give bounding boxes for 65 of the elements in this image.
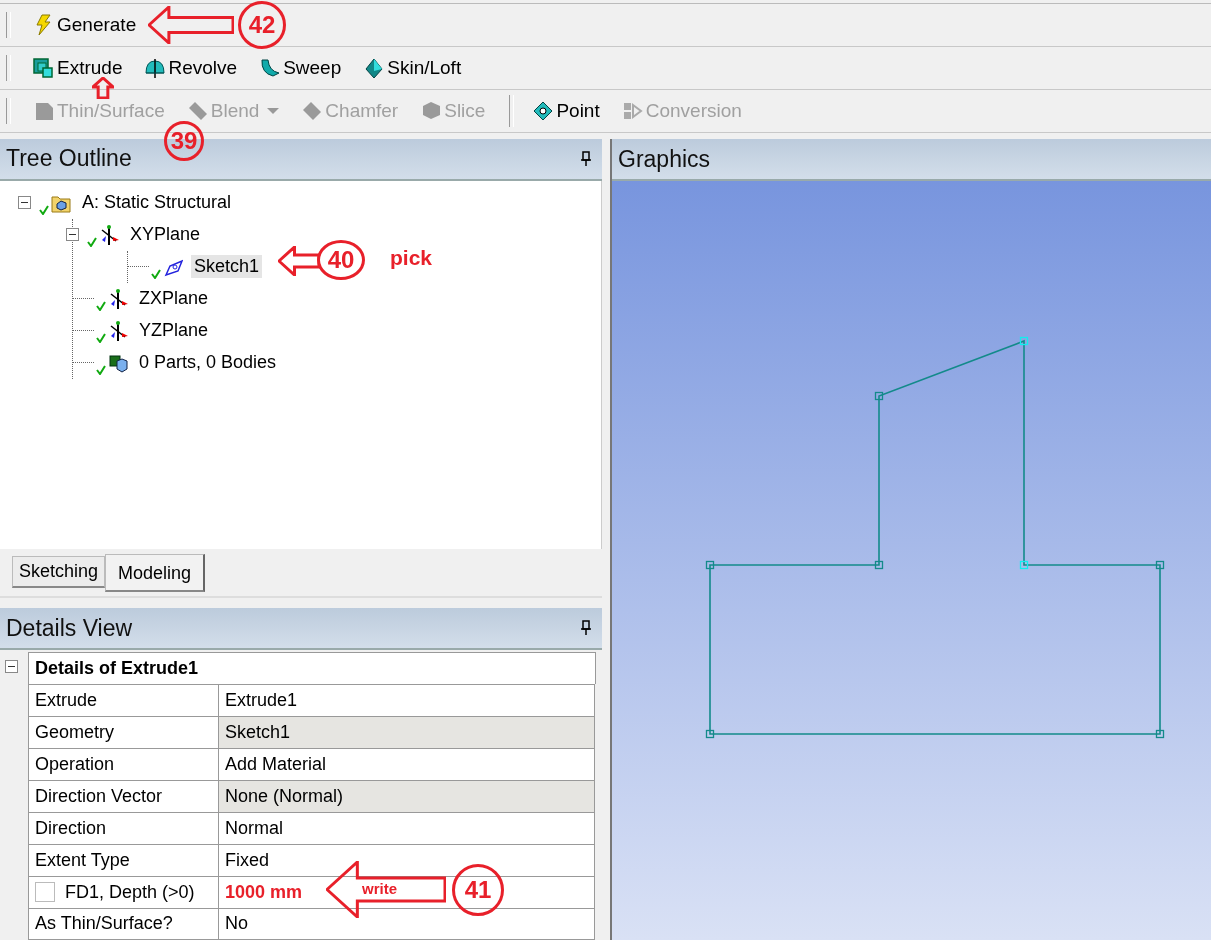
boxes-icon [33,57,55,79]
annotation-note: pick [390,246,433,270]
step-number: 40 [317,240,365,280]
table-cell[interactable]: Normal [218,812,595,844]
collapse-icon[interactable] [4,660,18,673]
panel-title: Tree Outline [6,145,132,173]
dome-icon [144,57,167,79]
arrow-annotation [278,246,320,276]
toolbar-button[interactable]: Point [528,98,604,124]
table-cell[interactable]: Add Material [218,748,595,780]
tab[interactable]: Sketching [12,556,106,589]
table-cell: Extrude [28,684,218,716]
check-icon [96,300,106,311]
tab[interactable]: Modeling [105,554,206,593]
diamond-icon [301,100,324,122]
toolbar-button[interactable]: Revolve [140,55,242,81]
table-cell[interactable]: None (Normal) [218,780,595,812]
tree-item[interactable]: YZPlane [136,319,212,343]
toolbar-button[interactable]: Generate [29,12,141,38]
pin-icon [580,620,592,637]
table-cell: Direction [28,812,218,844]
hexagon-icon [420,100,443,122]
collapse-icon[interactable] [18,196,31,210]
table-cell: Direction Vector [28,780,218,812]
tree-item[interactable]: XYPlane [127,223,204,247]
panel-title: Details View [6,614,133,642]
table-cell: Extent Type [28,844,218,876]
toolbar-button[interactable]: Extrude [29,55,127,81]
check-icon [39,204,49,215]
table-cell[interactable]: Extrude1 [218,684,595,716]
table-cell[interactable]: Fixed [218,844,595,876]
check-icon [96,364,106,375]
check-icon [96,332,106,343]
check-icon [151,268,161,279]
axes-icon [99,224,119,245]
axes-icon [108,288,128,309]
panel-title: Graphics [618,145,711,173]
arrow-annotation [92,77,114,99]
cell-text: FD1, Depth (>0) [65,882,195,903]
axes-icon [108,320,128,341]
step-number: 41 [452,864,504,916]
tree-item[interactable]: A: Static Structural [79,191,235,215]
check-icon [87,236,97,247]
step-number: 39 [164,121,204,161]
collapse-icon[interactable] [66,228,79,242]
table-cell[interactable]: Sketch1 [218,716,595,748]
table-cell[interactable]: No [218,908,595,940]
arrows-icon [621,100,644,122]
section-title: Details of Extrude1 [28,652,596,684]
toolbar-button[interactable]: Skin/Loft [359,55,466,81]
caret-icon [267,107,280,115]
step-number: 42 [238,1,286,49]
tree-item[interactable]: Sketch1 [191,255,263,279]
table-cell: Operation [28,748,218,780]
diamond-icon [532,100,555,122]
pin-icon [580,150,592,167]
tree-item[interactable]: ZXPlane [136,287,212,311]
toolbar-button[interactable]: Sweep [255,55,346,81]
tree-item[interactable]: 0 Parts, 0 Bodies [136,351,280,375]
cubes-icon [108,352,128,373]
table-cell: As Thin/Surface? [28,908,218,940]
checkbox[interactable] [35,882,55,903]
table-cell: Geometry [28,716,218,748]
annotation-note: write [362,880,397,897]
curved-shape-icon [259,57,282,79]
